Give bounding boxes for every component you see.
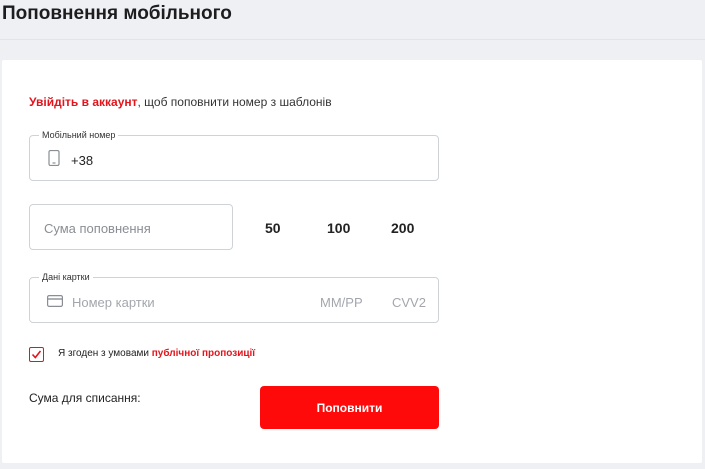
phone-prefix: +38: [71, 153, 94, 168]
card-number-input[interactable]: Номер картки: [72, 295, 155, 310]
agreement-label: Я згоден з умовами: [58, 348, 152, 359]
login-prompt-text: , щоб поповнити номер з шаблонів: [137, 95, 332, 109]
checkmark-icon: [31, 350, 42, 359]
charge-amount-label: Сума для списання:: [29, 391, 141, 405]
agreement-text: Я згоден з умовами публічної пропозиції: [58, 348, 255, 359]
preset-amount-50[interactable]: 50: [265, 220, 281, 236]
page-header: Поповнення мобільного: [0, 0, 705, 40]
preset-amount-200[interactable]: 200: [391, 220, 414, 236]
card-field[interactable]: Дані картки Номер картки ММ/РР CVV2: [29, 271, 439, 323]
preset-amount-100[interactable]: 100: [327, 220, 350, 236]
card-expiry-input[interactable]: ММ/РР: [320, 295, 363, 310]
top-up-form: Увійдіть в аккаунт, щоб поповнити номер …: [2, 60, 702, 463]
card-field-legend: Дані картки: [39, 271, 93, 283]
top-up-button[interactable]: Поповнити: [260, 386, 439, 429]
login-prompt: Увійдіть в аккаунт, щоб поповнити номер …: [29, 95, 332, 109]
phone-field[interactable]: Мобільний номер +38: [29, 129, 439, 181]
page-title: Поповнення мобільного: [2, 3, 232, 24]
public-offer-link[interactable]: публічної пропозиції: [152, 348, 255, 359]
amount-field[interactable]: Сума поповнення: [29, 204, 233, 250]
amount-placeholder: Сума поповнення: [44, 221, 151, 236]
mobile-phone-icon: [48, 149, 60, 167]
phone-field-legend: Мобільний номер: [39, 129, 119, 141]
login-link[interactable]: Увійдіть в аккаунт: [29, 95, 138, 109]
card-cvv-input[interactable]: CVV2: [392, 295, 426, 310]
credit-card-icon: [47, 294, 64, 308]
agreement-checkbox[interactable]: [29, 347, 44, 362]
